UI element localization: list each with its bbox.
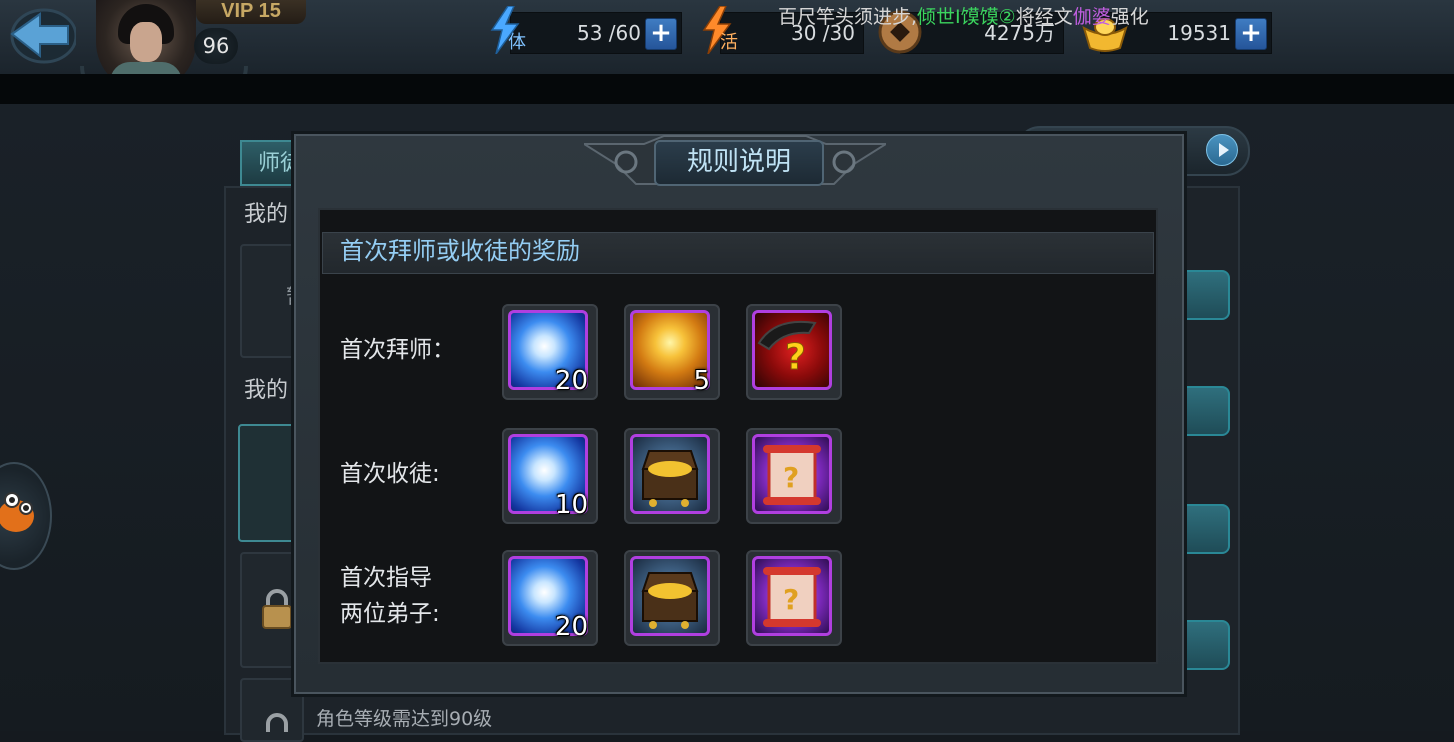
svg-text:?: ?: [783, 583, 799, 616]
back-arrow-icon[interactable]: [6, 6, 76, 66]
reward-item[interactable]: 10: [502, 428, 598, 524]
mystery-scroll-icon: ?: [752, 556, 832, 636]
item-count: 10: [554, 490, 588, 520]
item-count: 20: [554, 612, 588, 642]
stamina-value: 53 /60: [577, 21, 641, 45]
dialog-title: 规则说明: [654, 140, 824, 186]
player-level: 96: [194, 28, 238, 64]
play-icon[interactable]: [1206, 134, 1238, 166]
reward-item[interactable]: ?: [746, 550, 842, 646]
mystery-weapon-icon: ?: [752, 310, 832, 390]
announcement-part: 百尺竿头须进步,: [778, 6, 918, 28]
treasure-chest-icon: [630, 556, 710, 636]
stamina-display: 53 /60 +: [510, 12, 682, 54]
row-label-first-apprentice: 首次收徒:: [340, 461, 440, 487]
level-requirement-note: 角色等级需达到90级: [316, 708, 493, 730]
section-title: 首次拜师或收徒的奖励: [340, 237, 580, 265]
stamina-label: 体: [508, 32, 526, 53]
row-label-guide-two-line2: 两位弟子:: [340, 601, 440, 627]
mystery-scroll-icon: ?: [752, 434, 832, 514]
reward-item[interactable]: ?: [746, 304, 842, 400]
announcement-part: 将经文: [1015, 6, 1073, 28]
section-my-apprentices: 我的: [244, 378, 289, 403]
reward-item[interactable]: 5: [624, 304, 720, 400]
lock-icon: [262, 589, 292, 629]
gold-value: 19531: [1167, 21, 1231, 45]
vip-badge[interactable]: VIP 15: [196, 0, 306, 24]
announcement-part: 强化: [1110, 6, 1149, 28]
add-stamina-button[interactable]: +: [645, 18, 677, 50]
row-label-first-master: 首次拜师：: [340, 337, 455, 363]
right-action-button[interactable]: [1178, 270, 1230, 320]
svg-text:?: ?: [783, 461, 799, 494]
announcement-item: 伽婆: [1072, 6, 1111, 28]
announcement-text: 百尺竿头须进步,倾世I馍馍②将经文伽婆强化: [778, 2, 1149, 29]
item-count: 20: [554, 366, 588, 396]
vitality-label: 活: [720, 32, 738, 53]
treasure-chest-icon: [630, 434, 710, 514]
lock-icon: [266, 713, 288, 732]
pet-icon: [0, 492, 34, 532]
right-action-button[interactable]: [1178, 620, 1230, 670]
reward-item[interactable]: 20: [502, 550, 598, 646]
reward-item[interactable]: [624, 550, 720, 646]
reward-item[interactable]: ?: [746, 428, 842, 524]
section-my-master: 我的: [244, 202, 289, 227]
announcement-player: 倾世I馍馍②: [917, 6, 1016, 28]
reward-item[interactable]: [624, 428, 720, 524]
right-action-button[interactable]: [1178, 504, 1230, 554]
add-gold-button[interactable]: +: [1235, 18, 1267, 50]
item-count: 5: [693, 366, 710, 396]
dialog-content: [318, 208, 1158, 664]
right-action-button[interactable]: [1178, 386, 1230, 436]
reward-item[interactable]: 20: [502, 304, 598, 400]
row-label-guide-two-line1: 首次指导: [340, 565, 432, 591]
svg-text:?: ?: [785, 337, 806, 378]
announcement-bar: [0, 74, 1454, 104]
